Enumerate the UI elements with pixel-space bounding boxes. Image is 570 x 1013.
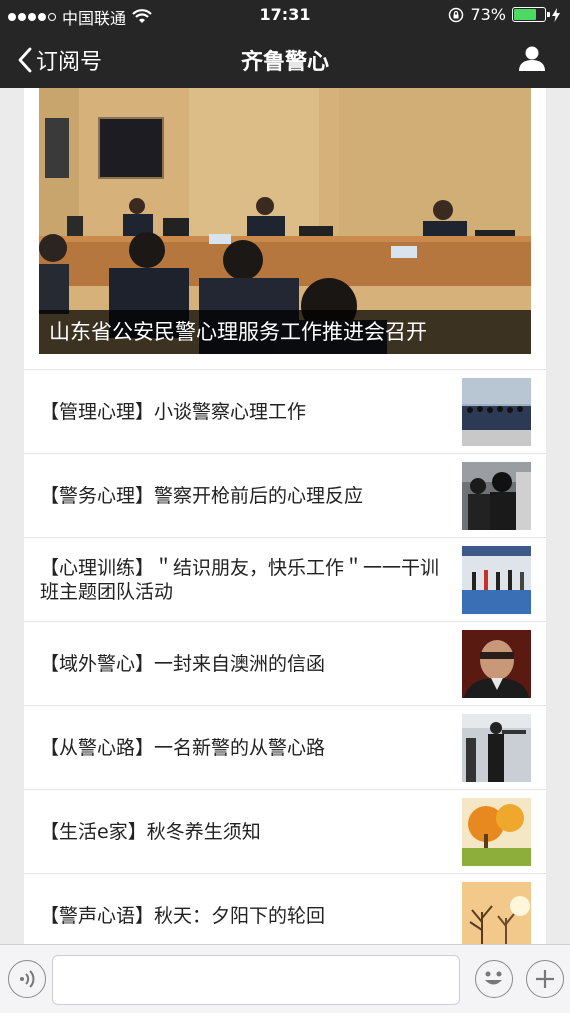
hero-caption: 山东省公安民警心理服务工作推进会召开 <box>39 310 531 354</box>
article-title: 【心理训练】＂结识朋友，快乐工作＂一一干训班主题团队活动 <box>40 557 440 603</box>
article-title: 【管理心理】小谈警察心理工作 <box>40 401 307 423</box>
article-item[interactable]: 【生活e家】秋冬养生须知 <box>24 789 546 873</box>
smiley-icon <box>485 971 502 985</box>
article-list: 【管理心理】小谈警察心理工作 【警务心理】警察开枪前后的心理反应 【心理训练】＂… <box>24 369 546 944</box>
article-title: 【警务心理】警察开枪前后的心理反应 <box>40 485 364 507</box>
input-bar <box>0 944 570 1013</box>
article-item[interactable]: 【心理训练】＂结识朋友，快乐工作＂一一干训班主题团队活动 <box>24 537 546 621</box>
article-thumbnail <box>462 630 531 698</box>
voice-icon <box>20 970 35 988</box>
article-thumbnail <box>462 378 531 446</box>
article-title: 【域外警心】一封来自澳洲的信函 <box>40 653 326 675</box>
rotation-lock-icon <box>449 7 464 22</box>
article-thumbnail <box>462 798 531 866</box>
battery-percent: 73% <box>470 5 506 24</box>
article-thumbnail <box>462 714 531 782</box>
nav-bar: 订阅号 齐鲁警心 <box>0 30 570 88</box>
article-item[interactable]: 【警声心语】秋天：夕阳下的轮回 <box>24 873 546 944</box>
hero-article[interactable]: 山东省公安民警心理服务工作推进会召开 <box>39 88 531 354</box>
article-thumbnail <box>462 882 531 944</box>
article-thumbnail <box>462 546 531 614</box>
article-title: 【从警心路】一名新警的从警心路 <box>40 737 326 759</box>
person-icon <box>519 46 545 71</box>
article-item[interactable]: 【从警心路】一名新警的从警心路 <box>24 705 546 789</box>
emoji-button[interactable] <box>475 960 513 998</box>
message-card: 山东省公安民警心理服务工作推进会召开 【管理心理】小谈警察心理工作 【警务心理】… <box>24 88 546 944</box>
article-item[interactable]: 【域外警心】一封来自澳洲的信函 <box>24 621 546 705</box>
page-title: 齐鲁警心 <box>240 50 329 75</box>
status-bar: 中国联通 17:31 73% <box>0 0 570 30</box>
plus-button[interactable] <box>526 960 564 998</box>
profile-button[interactable] <box>518 44 546 76</box>
battery-level <box>514 9 536 20</box>
article-item[interactable]: 【管理心理】小谈警察心理工作 <box>24 369 546 453</box>
battery-icon <box>512 7 550 22</box>
voice-button[interactable] <box>8 960 46 998</box>
message-input[interactable] <box>52 955 460 1005</box>
article-thumbnail <box>462 462 531 530</box>
plus-icon <box>536 970 554 988</box>
article-item[interactable]: 【警务心理】警察开枪前后的心理反应 <box>24 453 546 537</box>
charging-icon <box>552 7 560 22</box>
article-title: 【生活e家】秋冬养生须知 <box>40 821 261 843</box>
status-right: 73% <box>448 5 560 24</box>
article-title: 【警声心语】秋天：夕阳下的轮回 <box>40 905 326 927</box>
